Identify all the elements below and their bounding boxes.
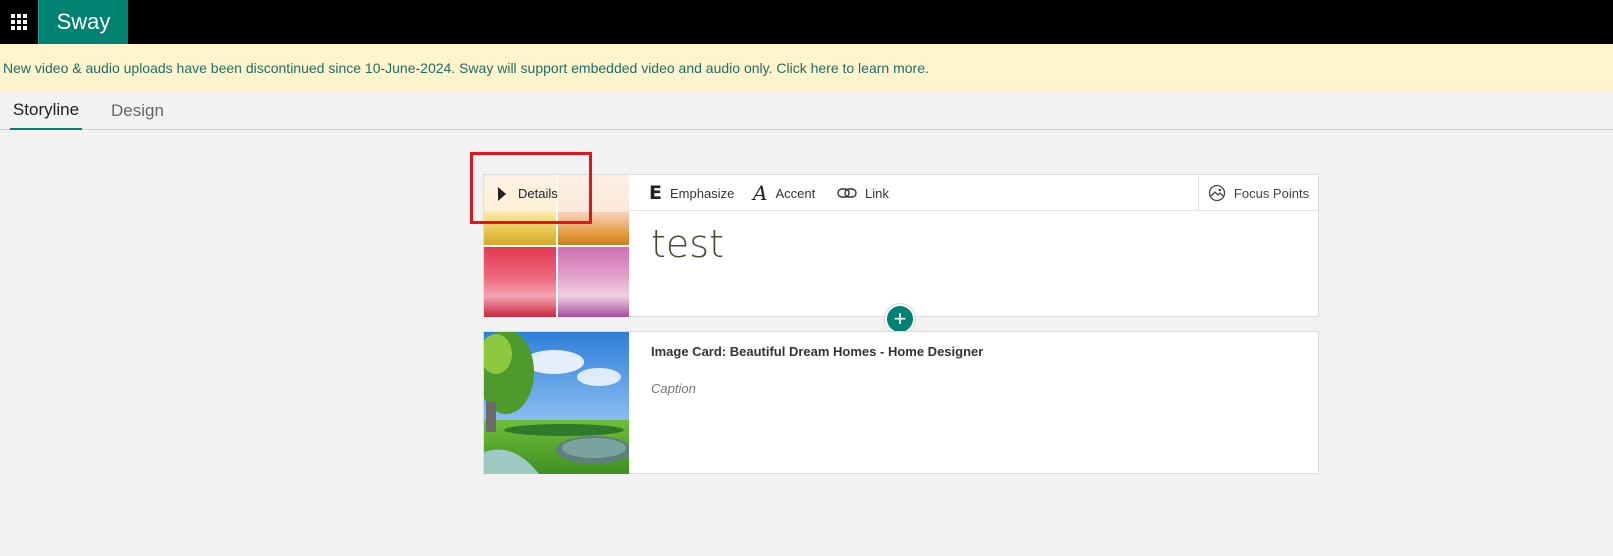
emphasize-button[interactable]: E Emphasize [649,175,734,211]
text-toolbar: E Emphasize A Accent Link Focus Points [629,175,1318,211]
tab-bar: Storyline Design [0,91,1613,130]
emphasize-label: Emphasize [669,185,735,201]
accent-icon: A [753,181,768,205]
landscape-image-icon [484,332,629,474]
link-label: Link [865,185,889,201]
focus-points-icon [1208,184,1226,202]
notice-banner[interactable]: New video & audio uploads have been disc… [0,44,1613,91]
details-button[interactable]: Details [484,175,629,212]
accent-label: Accent [775,185,816,201]
focus-points-button[interactable]: Focus Points [1198,175,1318,211]
app-title[interactable]: Sway [38,0,128,44]
background-image-thumbnail [484,247,556,317]
heading-card: Details E Emphasize A Accent Link Focus … [483,174,1319,317]
tab-storyline[interactable]: Storyline [10,91,82,130]
add-card-button[interactable]: + [885,304,915,334]
image-card: Image Card: Beautiful Dream Homes - Home… [483,331,1319,474]
link-icon [837,188,857,198]
expand-triangle-icon [498,186,506,201]
tab-design[interactable]: Design [111,91,164,130]
waffle-icon [11,14,27,30]
link-button[interactable]: Link [837,175,889,211]
caption-field[interactable]: Caption [651,381,696,396]
accent-button[interactable]: A Accent [753,175,815,211]
top-bar: Sway [0,0,1613,44]
emphasize-icon: E [649,182,662,204]
app-launcher-button[interactable] [0,0,38,44]
image-card-title[interactable]: Image Card: Beautiful Dream Homes - Home… [651,344,983,359]
image-card-thumbnail[interactable] [484,332,629,474]
background-image-thumbnail [557,247,629,317]
focus-points-label: Focus Points [1233,185,1310,201]
details-label: Details [518,186,558,201]
heading-text[interactable]: test [651,222,724,266]
